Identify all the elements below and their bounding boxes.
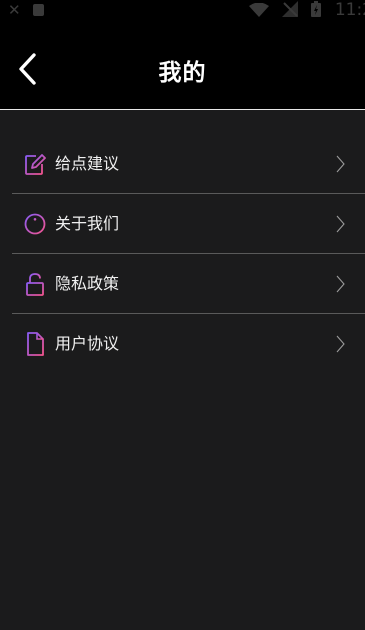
signal-icon <box>282 1 298 17</box>
menu-item-label: 关于我们 <box>55 214 120 233</box>
chevron-right-icon <box>336 215 345 233</box>
close-icon: ✕ <box>8 1 21 19</box>
menu-item-feedback[interactable]: 给点建议 <box>0 134 365 194</box>
info-icon <box>24 213 46 235</box>
status-bar-right: 11:2 <box>248 0 365 20</box>
status-bar-left: ✕ <box>8 1 44 19</box>
battery-icon <box>311 1 322 17</box>
wifi-icon <box>248 2 269 17</box>
menu-item-label: 隐私政策 <box>55 274 120 293</box>
status-bar: ✕ 11:2 <box>0 0 365 22</box>
lock-icon <box>26 273 44 296</box>
page-title: 我的 <box>158 60 207 86</box>
chevron-right-icon <box>336 155 345 173</box>
chevron-right-icon <box>336 335 345 353</box>
menu-list: 给点建议 关于我们 隐私政策 用户协议 <box>0 134 365 374</box>
edit-icon <box>25 154 46 175</box>
menu-item-label: 用户协议 <box>55 334 120 353</box>
chevron-right-icon <box>336 275 345 293</box>
status-time: 11:2 <box>334 0 365 20</box>
menu-item-about-us[interactable]: 关于我们 <box>0 194 365 254</box>
header-bar: 我的 <box>0 22 365 110</box>
menu-item-label: 给点建议 <box>55 154 120 173</box>
menu-item-user-agreement[interactable]: 用户协议 <box>0 314 365 374</box>
notification-icon <box>32 4 44 16</box>
menu-item-privacy-policy[interactable]: 隐私政策 <box>0 254 365 314</box>
document-icon <box>27 332 44 356</box>
